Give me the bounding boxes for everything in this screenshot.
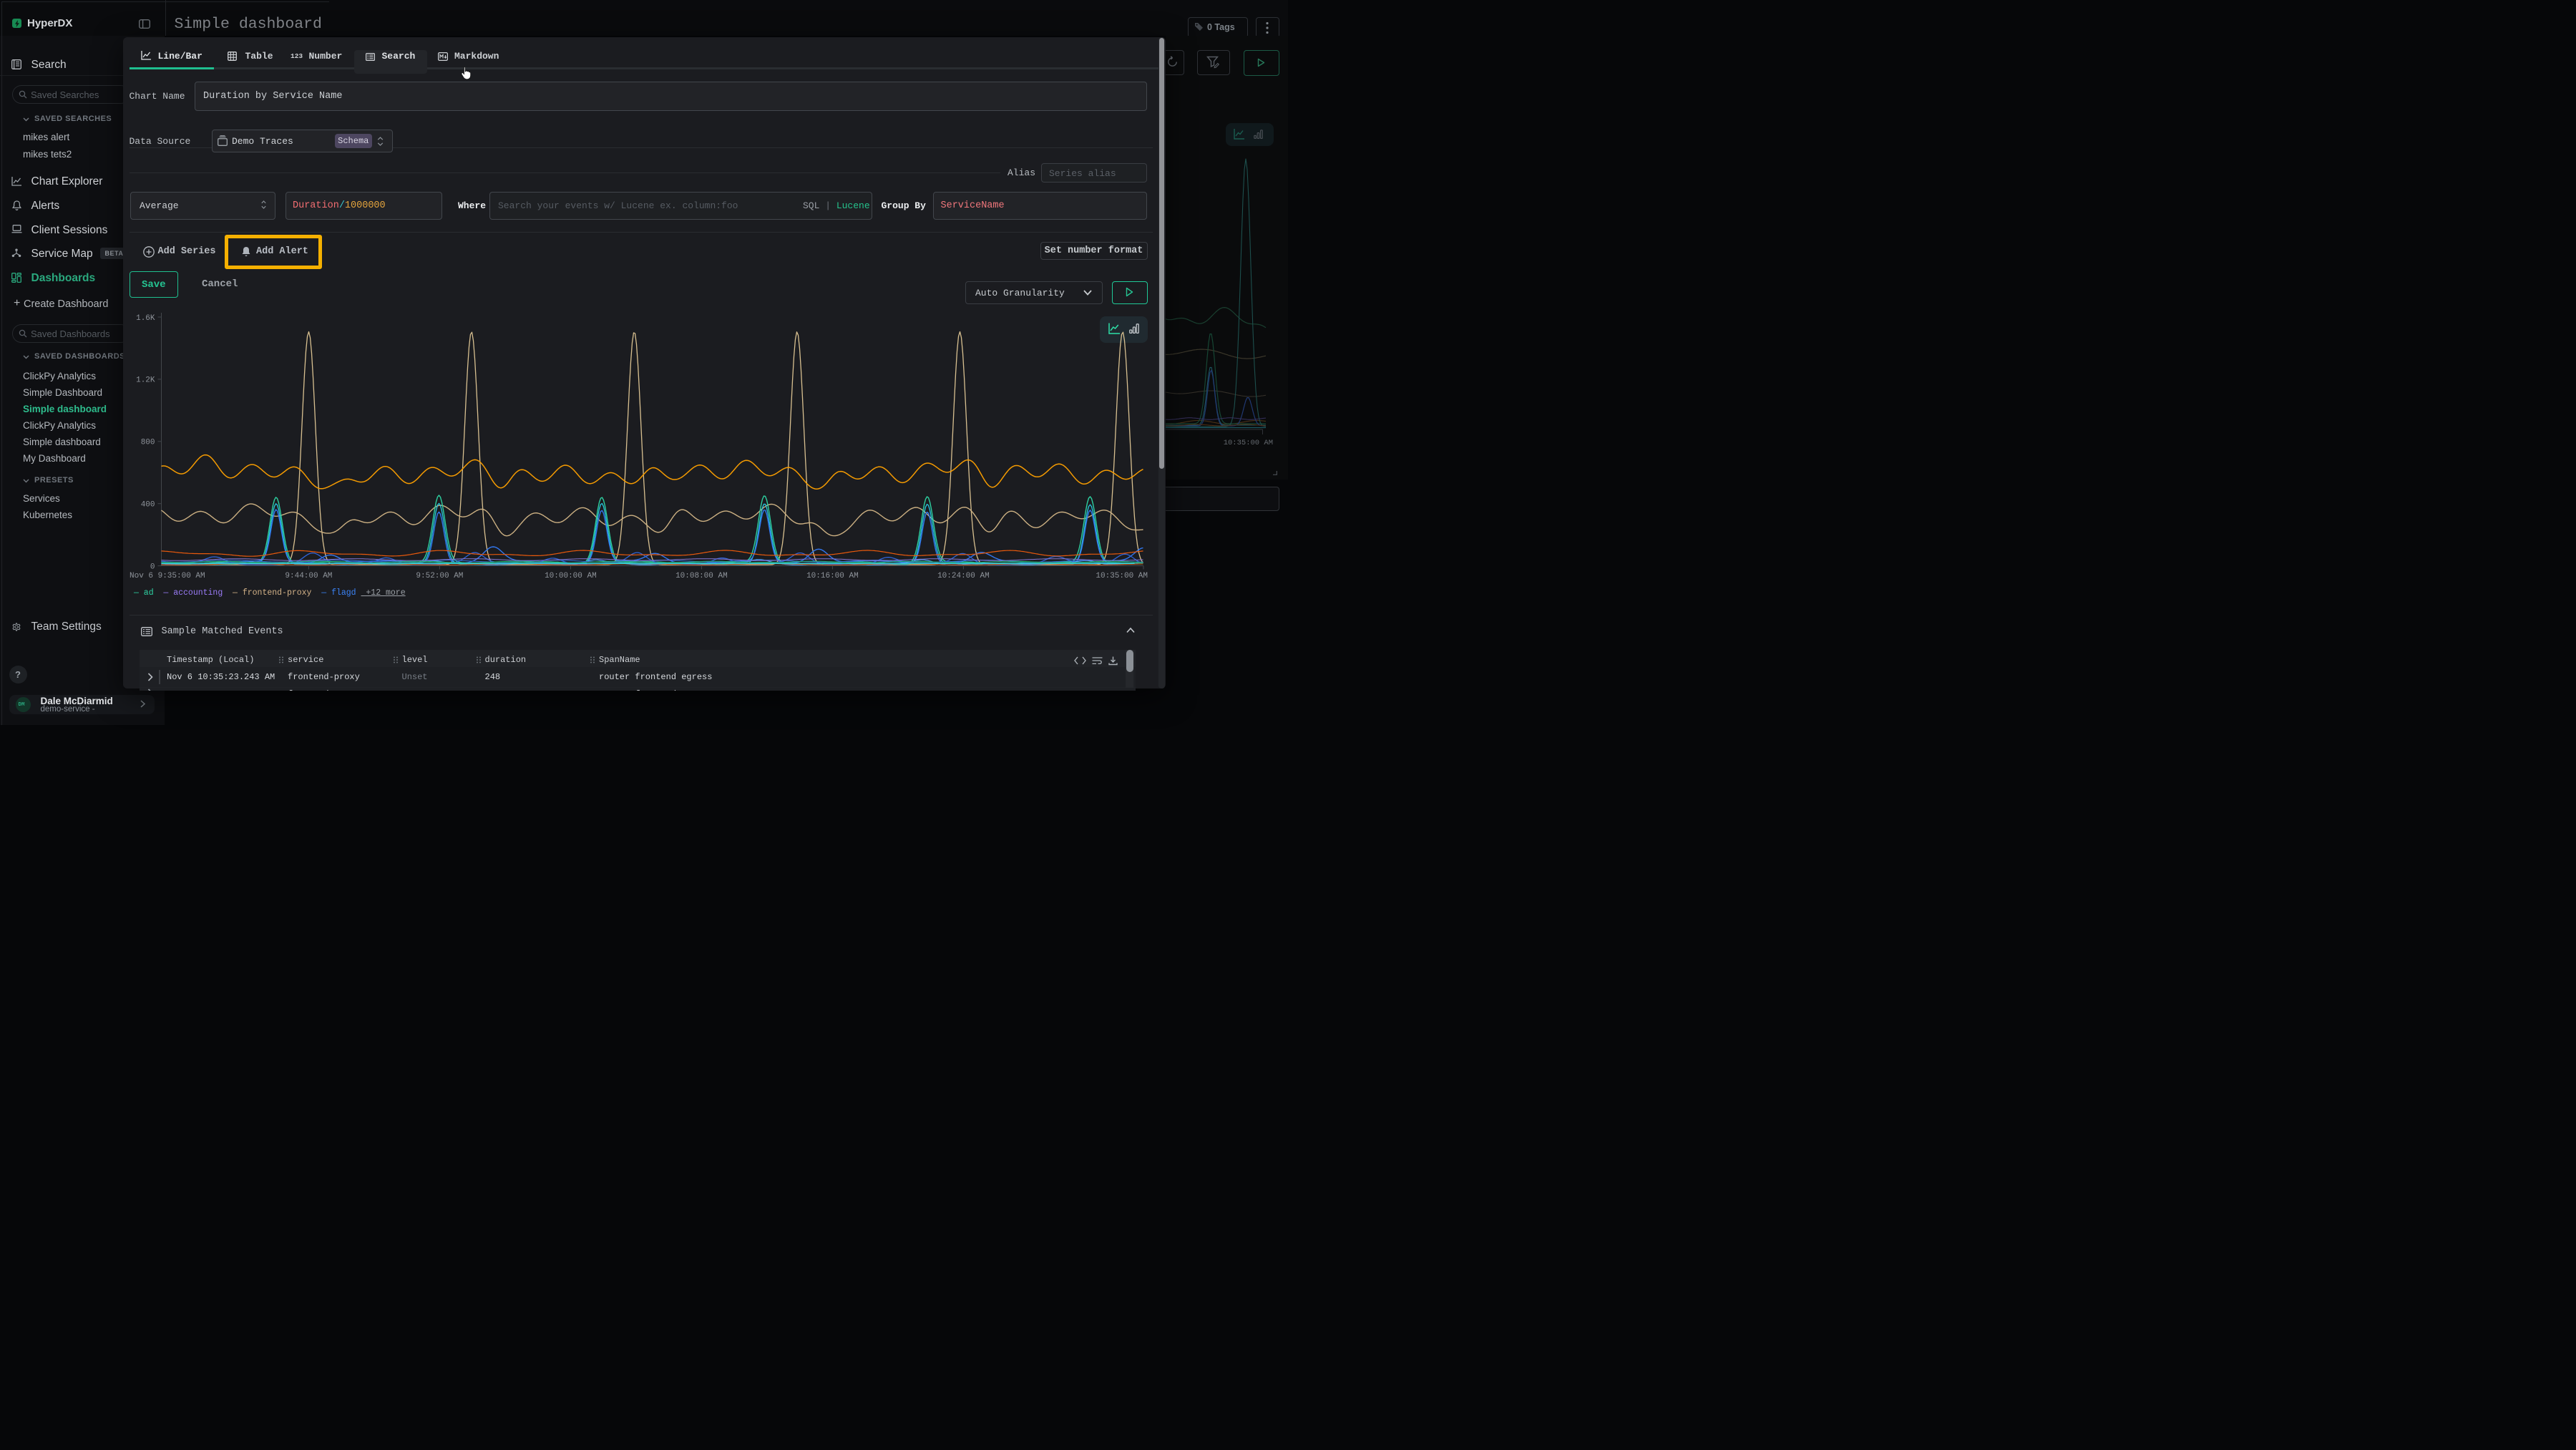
svg-text:1.6K: 1.6K	[136, 314, 155, 323]
svg-text:9:44:00 AM: 9:44:00 AM	[285, 572, 332, 580]
svg-text:10:24:00 AM: 10:24:00 AM	[937, 572, 990, 580]
svg-text:800: 800	[140, 439, 155, 447]
svg-text:Nov 6 9:35:00 AM: Nov 6 9:35:00 AM	[130, 572, 205, 580]
svg-text:0: 0	[150, 563, 155, 571]
svg-text:10:35:00 AM: 10:35:00 AM	[1224, 439, 1273, 447]
svg-text:400: 400	[140, 501, 155, 510]
svg-text:10:00:00 AM: 10:00:00 AM	[545, 572, 597, 580]
svg-text:1.2K: 1.2K	[136, 376, 155, 385]
svg-text:10:35:00 AM: 10:35:00 AM	[1096, 572, 1148, 580]
svg-text:10:16:00 AM: 10:16:00 AM	[806, 572, 859, 580]
svg-text:9:52:00 AM: 9:52:00 AM	[416, 572, 463, 580]
svg-text:10:08:00 AM: 10:08:00 AM	[675, 572, 728, 580]
